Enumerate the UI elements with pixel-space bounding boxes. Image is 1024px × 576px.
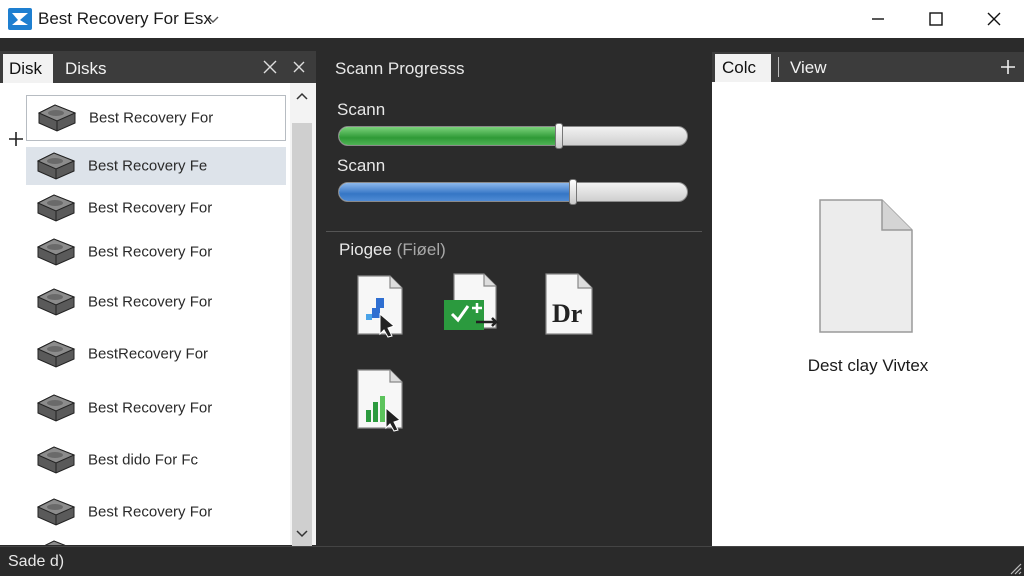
scroll-up-icon[interactable] [295,91,309,101]
scan-label-2: Scann [337,156,386,175]
svg-text:Dr: Dr [552,299,582,328]
scroll-down-icon[interactable] [295,529,309,539]
window-title: Best Recovery For Esx [38,9,212,28]
tab-disk[interactable]: Disk [3,54,53,83]
spreadsheet-export-file-icon[interactable] [442,272,504,336]
disk-list-item[interactable]: Best Recovery For [26,535,286,545]
status-text: Sade d) [8,553,65,570]
add-tab-icon[interactable] [1000,59,1016,75]
tab-colc[interactable]: Colc [715,54,771,82]
scan-label-1: Scann [337,100,386,119]
title-bar: Best Recovery For Esx [0,0,1024,38]
scan-progress-bar-2 [338,182,688,202]
hard-drive-icon [44,540,66,545]
scan-progress-title: Scann Progresss [335,59,465,78]
disk-list-item[interactable]: Best Recovery For [26,283,286,321]
tab-disks[interactable]: Disks [57,54,107,83]
disk-label: Best Recovery For [88,503,213,521]
disk-label: Best dido For Fc [88,451,199,469]
preview-file-name: Dest clay Vivtex [807,356,929,375]
disk-label: Best Recovery For [88,293,213,311]
disk-list-scrollbar[interactable] [290,83,316,559]
disk-panel: Disk Disks Best Recovery For Best Recover… [0,51,316,559]
chart-cursor-file-icon[interactable] [350,274,412,338]
scan-progress-handle-1[interactable] [554,123,563,149]
hard-drive-icon [36,288,76,316]
disk-list-item[interactable]: Best Recovery Fe [26,147,286,185]
status-bar: Sade d) [0,546,1024,576]
disk-label: Best Recovery Fe [88,157,208,175]
hard-drive-icon [36,446,76,474]
dt-text-file-icon[interactable]: Dr [538,272,600,336]
disk-label: BestRecovery For [88,345,209,363]
disk-label: Best Recovery For [88,199,213,217]
disk-list-item[interactable]: Best dido For Fc [26,441,286,479]
disk-list-item[interactable]: Best Recovery For [26,389,286,427]
document-preview-icon [819,199,913,333]
file-group-subtitle: (Fiøel) [396,240,446,259]
tab-separator [778,57,779,77]
preview-tab-bar: Colc View [712,52,1024,82]
scan-progress-bar-1 [338,126,688,146]
app-logo-icon [8,8,32,30]
preview-panel: Colc View Dest clay Vivtex [712,52,1024,546]
disk-label: Best Recovery For [89,109,214,127]
disk-list-item[interactable]: Best Recovery For [26,233,286,271]
disk-list-item[interactable]: Best Recovery For [26,95,286,141]
hard-drive-icon [36,152,76,180]
disk-list-item[interactable]: Best Recovery For [26,493,286,531]
disk-label: Best Recovery For [88,399,213,417]
close-tab-icon[interactable] [262,59,278,75]
file-group-label: Piogee [339,240,392,259]
maximize-button[interactable] [908,0,964,38]
bar-chart-file-icon[interactable] [350,368,412,432]
minimize-button[interactable] [850,0,906,38]
maximize-icon [929,12,943,26]
chevron-down-icon[interactable] [206,12,220,26]
scan-progress-handle-2[interactable] [568,179,577,205]
disk-label: Best Recovery For [88,243,213,261]
hard-drive-icon [37,104,77,132]
disk-list: Best Recovery For Best Recovery Fe Best Re… [0,83,290,545]
close-panel-icon[interactable] [292,60,306,74]
resize-grip-icon[interactable] [1008,561,1022,575]
add-disk-icon[interactable] [8,131,24,147]
close-button[interactable] [966,0,1022,38]
disk-list-item[interactable]: Best Recovery For [26,189,286,227]
minimize-icon [872,18,884,20]
hard-drive-icon [36,498,76,526]
tab-view[interactable]: View [790,58,827,78]
file-group-title: Piogee (Fiøel) [339,240,446,260]
hard-drive-icon [36,340,76,368]
scan-progress-fill-1 [339,127,559,145]
disk-tab-bar: Disk Disks [0,51,316,83]
hard-drive-icon [36,238,76,266]
disk-list-item[interactable]: BestRecovery For [26,335,286,373]
scan-progress-fill-2 [339,183,573,201]
scroll-thumb[interactable] [292,123,312,559]
close-icon [987,12,1001,26]
hard-drive-icon [36,194,76,222]
hard-drive-icon [36,394,76,422]
